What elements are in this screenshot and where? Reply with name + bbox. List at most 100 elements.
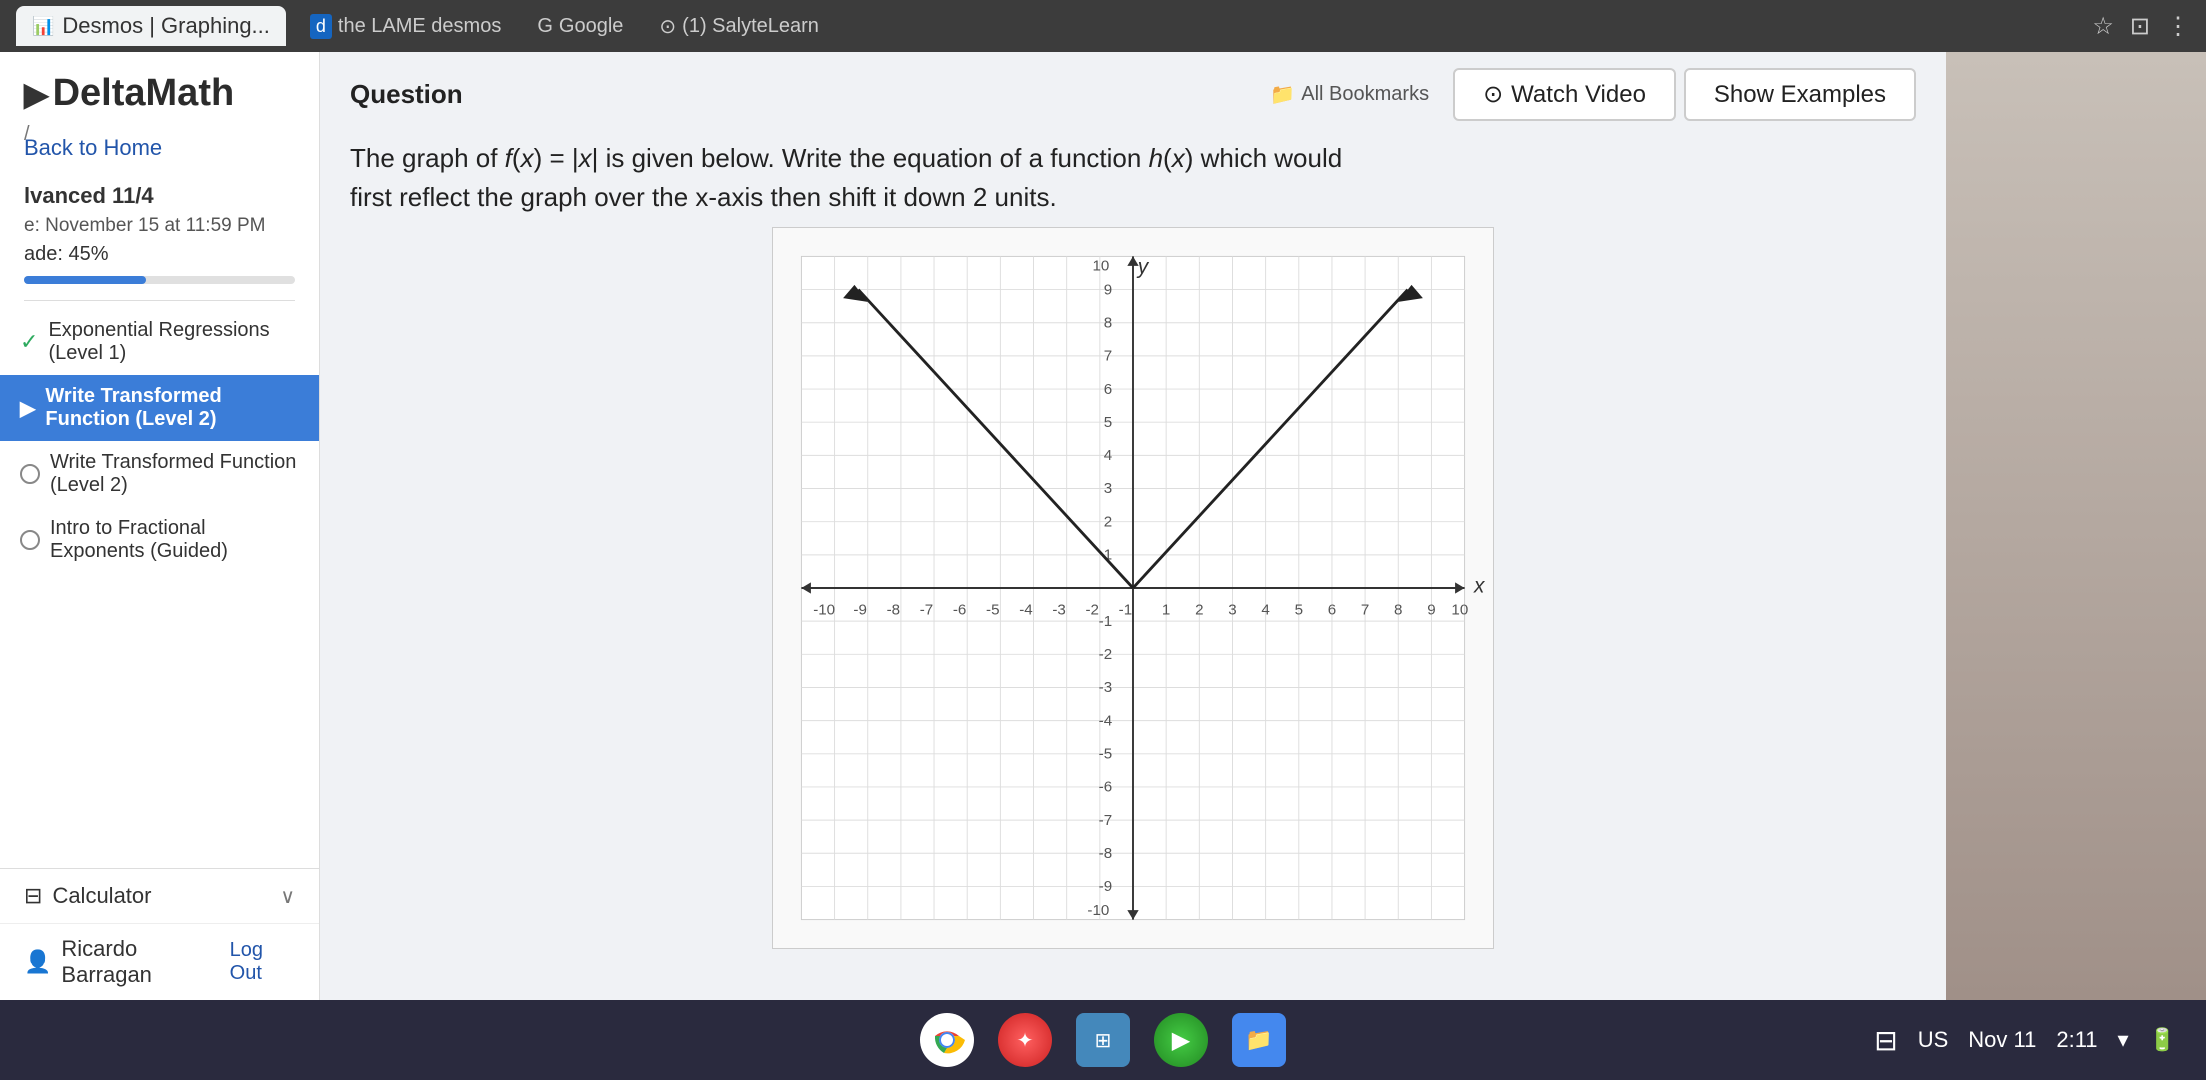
due-date: e: November 15 at 11:59 PM xyxy=(0,213,319,239)
bookmarks-link[interactable]: 📁 All Bookmarks xyxy=(1270,82,1429,107)
svg-text:y: y xyxy=(1136,255,1150,278)
svg-text:6: 6 xyxy=(1104,381,1112,398)
svg-text:-3: -3 xyxy=(1052,602,1065,619)
sidebar-item-write-transformed-2[interactable]: Write Transformed Function (Level 2) xyxy=(0,441,319,507)
tab-salytelearn[interactable]: ⊙ (1) SalyteLearn xyxy=(647,6,831,47)
sidebar-item-label: Exponential Regressions (Level 1) xyxy=(48,319,299,365)
back-to-home-link[interactable]: Back to Home xyxy=(0,129,319,173)
svg-text:2: 2 xyxy=(1195,602,1203,619)
svg-text:-5: -5 xyxy=(986,602,999,619)
tab-lame-desmos[interactable]: d the LAME desmos xyxy=(298,6,513,47)
sidebar-divider xyxy=(24,300,295,301)
svg-text:-5: -5 xyxy=(1099,746,1112,763)
taskbar-locale: US xyxy=(1918,1027,1949,1053)
tab-icon-google: G xyxy=(537,15,553,38)
question-label: Question xyxy=(350,79,1270,110)
taskbar-wifi-icon: ▾ xyxy=(2118,1027,2129,1053)
sidebar-item-write-transformed-active[interactable]: ▶ Write Transformed Function (Level 2) xyxy=(0,375,319,441)
svg-text:9: 9 xyxy=(1427,602,1435,619)
sidebar-item-label-2: Write Transformed Function (Level 2) xyxy=(50,451,299,497)
active-tab[interactable]: 📊 Desmos | Graphing... xyxy=(16,6,286,46)
math-x2: x xyxy=(579,143,592,173)
svg-text:9: 9 xyxy=(1104,281,1112,298)
graph-svg: x y -1 -2 -3 -4 -5 -6 -7 -8 -9 -10 1 2 3 xyxy=(773,228,1493,948)
progress-bar-container xyxy=(24,276,295,284)
sidebar-bottom: ⊟ Calculator ∨ 👤 Ricardo Barragan Log Ou… xyxy=(0,868,319,1000)
svg-text:3: 3 xyxy=(1104,480,1112,497)
dot-icon-2 xyxy=(20,530,40,550)
content-header: Question 📁 All Bookmarks ⊙ Watch Video S… xyxy=(320,52,1946,129)
taskbar-blue-icon[interactable]: ⊞ xyxy=(1076,1013,1130,1067)
progress-bar-fill xyxy=(24,276,146,284)
grade-label: ade: 45% xyxy=(0,239,319,272)
calculator-icon: ⊟ xyxy=(24,883,42,909)
taskbar-red-icon-symbol: ✦ xyxy=(1017,1028,1034,1053)
tab-icon-desmos: 📊 xyxy=(32,16,54,37)
tab-label-salytelearn: (1) SalyteLearn xyxy=(682,15,819,38)
svg-text:-1: -1 xyxy=(1099,613,1112,630)
sidebar-item-exp-regression[interactable]: ✓ Exponential Regressions (Level 1) xyxy=(0,309,319,375)
taskbar-date: Nov 11 xyxy=(1968,1027,2036,1053)
svg-text:-2: -2 xyxy=(1086,602,1099,619)
menu-icon[interactable]: ⋮ xyxy=(2166,12,2190,41)
taskbar-chrome-icon[interactable] xyxy=(920,1013,974,1067)
play-icon: ⊙ xyxy=(1483,80,1503,109)
graph-wrapper: x y -1 -2 -3 -4 -5 -6 -7 -8 -9 -10 1 2 3 xyxy=(772,227,1494,949)
logout-link[interactable]: Log Out xyxy=(230,939,295,985)
right-bg xyxy=(1946,52,2206,1000)
question-text-line2: first reflect the graph over the x-axis … xyxy=(350,182,1057,212)
check-icon: ✓ xyxy=(20,329,38,355)
calculator-label: Calculator xyxy=(52,883,151,909)
watch-video-button[interactable]: ⊙ Watch Video xyxy=(1453,68,1676,121)
star-icon[interactable]: ☆ xyxy=(2092,12,2114,41)
svg-text:-6: -6 xyxy=(1099,779,1112,796)
assignment-info: lvanced 11/4 xyxy=(0,173,319,213)
bookmark-icon: 📁 xyxy=(1270,82,1295,107)
taskbar-play-icon[interactable]: ▶ xyxy=(1154,1013,1208,1067)
tab-icon-d: d xyxy=(310,14,332,39)
svg-text:-7: -7 xyxy=(920,602,933,619)
logo-text: DeltaMath xyxy=(53,72,235,115)
watch-video-label: Watch Video xyxy=(1511,81,1646,109)
svg-text:4: 4 xyxy=(1104,447,1112,464)
svg-text:7: 7 xyxy=(1104,348,1112,365)
chevron-down-icon: ∨ xyxy=(280,884,295,909)
cast-icon[interactable]: ⊡ xyxy=(2130,12,2150,41)
user-name: Ricardo Barragan xyxy=(61,936,219,988)
user-item: 👤 Ricardo Barragan Log Out xyxy=(0,923,319,1000)
show-examples-button[interactable]: Show Examples xyxy=(1684,68,1916,121)
sidebar-logo: ▶ DeltaMath xyxy=(0,52,319,123)
taskbar-battery-icon: 🔋 xyxy=(2149,1027,2176,1053)
taskbar-folder-symbol: 📁 xyxy=(1245,1027,1272,1053)
taskbar-screen-icon: ⊟ xyxy=(1874,1024,1897,1057)
taskbar-time: 2:11 xyxy=(2056,1027,2097,1053)
arrow-icon: ▶ xyxy=(20,396,35,421)
header-buttons: ⊙ Watch Video Show Examples xyxy=(1453,68,1916,121)
question-body: The graph of f(x) = |x| is given below. … xyxy=(320,129,1720,227)
svg-text:-1: -1 xyxy=(1119,602,1132,619)
svg-text:8: 8 xyxy=(1104,314,1112,331)
right-decoration xyxy=(1946,52,2206,1000)
taskbar-folder-icon[interactable]: 📁 xyxy=(1232,1013,1286,1067)
sidebar-item-label-3: Intro to Fractional Exponents (Guided) xyxy=(50,517,299,563)
svg-text:6: 6 xyxy=(1328,602,1336,619)
sidebar-item-fractional-exponents[interactable]: Intro to Fractional Exponents (Guided) xyxy=(0,507,319,573)
svg-text:-2: -2 xyxy=(1099,646,1112,663)
tab-google[interactable]: G Google xyxy=(525,7,635,46)
question-text-line1: The graph of f(x) = |x| is given below. … xyxy=(350,143,1342,173)
svg-text:8: 8 xyxy=(1394,602,1402,619)
taskbar-red-icon[interactable]: ✦ xyxy=(998,1013,1052,1067)
svg-text:-9: -9 xyxy=(1099,878,1112,895)
tab-icon-salytelearn: ⊙ xyxy=(659,14,676,39)
dot-icon-1 xyxy=(20,464,40,484)
calculator-item[interactable]: ⊟ Calculator ∨ xyxy=(0,869,319,923)
math-hx: h xyxy=(1149,143,1163,173)
taskbar-blue-icon-symbol: ⊞ xyxy=(1095,1028,1112,1053)
svg-text:-9: -9 xyxy=(853,602,866,619)
browser-chrome: 📊 Desmos | Graphing... d the LAME desmos… xyxy=(0,0,2206,52)
math-fx: f xyxy=(505,143,512,173)
tab-label-desmos: Desmos | Graphing... xyxy=(62,13,269,39)
svg-text:-10: -10 xyxy=(1087,902,1109,919)
graph-container: x y -1 -2 -3 -4 -5 -6 -7 -8 -9 -10 1 2 3 xyxy=(320,227,1946,1000)
svg-text:1: 1 xyxy=(1162,602,1170,619)
